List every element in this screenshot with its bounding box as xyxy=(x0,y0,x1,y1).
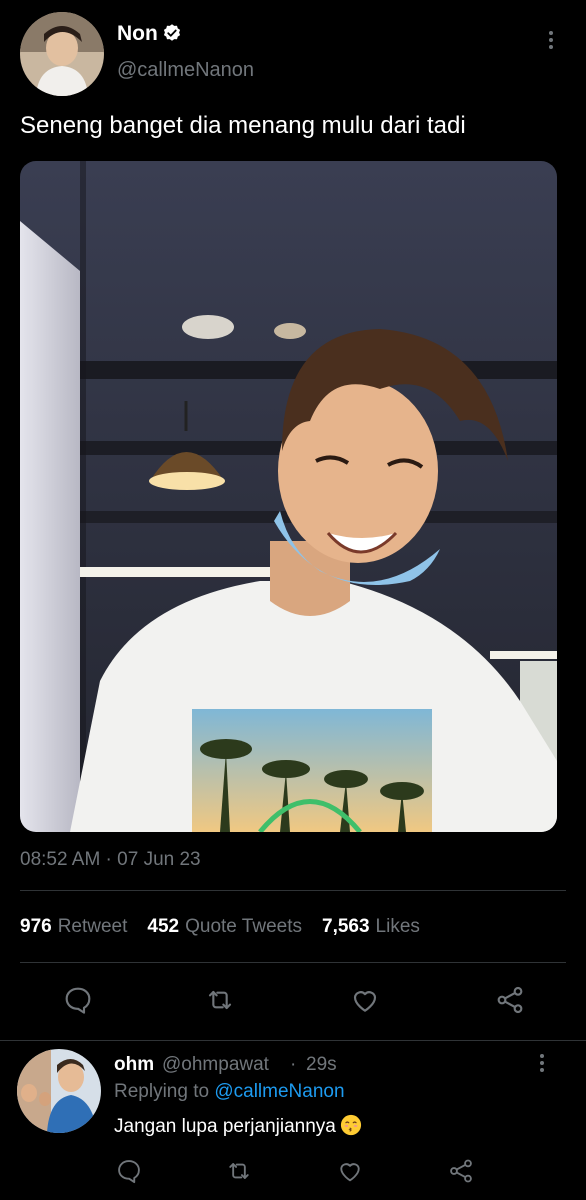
reply-avatar[interactable] xyxy=(17,1049,101,1133)
share-icon[interactable] xyxy=(494,984,526,1016)
reply-author-name[interactable]: ohm xyxy=(114,1054,154,1076)
stat-quote-tweets[interactable]: 452 Quote Tweets xyxy=(147,916,302,938)
divider xyxy=(20,962,566,963)
share-icon[interactable] xyxy=(447,1157,475,1185)
divider xyxy=(20,890,566,891)
tweet-timestamp[interactable]: 08:52 AM · 07 Jun 23 xyxy=(20,849,201,871)
reply-text: Jangan lupa perjanjiannya xyxy=(114,1114,362,1138)
replying-to-link[interactable]: @callmeNanon xyxy=(214,1081,344,1102)
tweet-photo[interactable] xyxy=(20,161,557,832)
replying-to: Replying to @callmeNanon xyxy=(114,1081,345,1103)
reply-separator: · xyxy=(290,1054,297,1075)
reply-text-body: Jangan lupa perjanjiannya xyxy=(114,1116,336,1137)
verified-badge-icon xyxy=(162,23,182,43)
like-icon[interactable] xyxy=(336,1157,364,1185)
reply-icon[interactable] xyxy=(115,1157,143,1185)
more-options-icon[interactable] xyxy=(539,1054,545,1072)
reply-time[interactable]: 29s xyxy=(306,1054,337,1076)
replying-to-label: Replying to xyxy=(114,1081,210,1102)
tweet-stats: 976 Retweet 452 Quote Tweets 7,563 Likes xyxy=(20,916,420,938)
divider xyxy=(0,1040,586,1041)
retweet-icon[interactable] xyxy=(225,1157,253,1185)
stat-retweets[interactable]: 976 Retweet xyxy=(20,916,127,938)
reply-author-handle[interactable]: @ohmpawat xyxy=(162,1054,269,1076)
author-name[interactable]: Non xyxy=(117,22,158,46)
stat-likes[interactable]: 7,563 Likes xyxy=(322,916,420,938)
retweet-icon[interactable] xyxy=(204,984,236,1016)
like-icon[interactable] xyxy=(349,984,381,1016)
author-handle[interactable]: @callmeNanon xyxy=(117,59,254,82)
reply-icon[interactable] xyxy=(62,984,94,1016)
more-options-icon[interactable] xyxy=(548,31,554,49)
author-avatar[interactable] xyxy=(20,12,104,96)
tweet-text: Seneng banget dia menang mulu dari tadi xyxy=(20,112,466,139)
kissing-face-icon xyxy=(340,1114,362,1136)
